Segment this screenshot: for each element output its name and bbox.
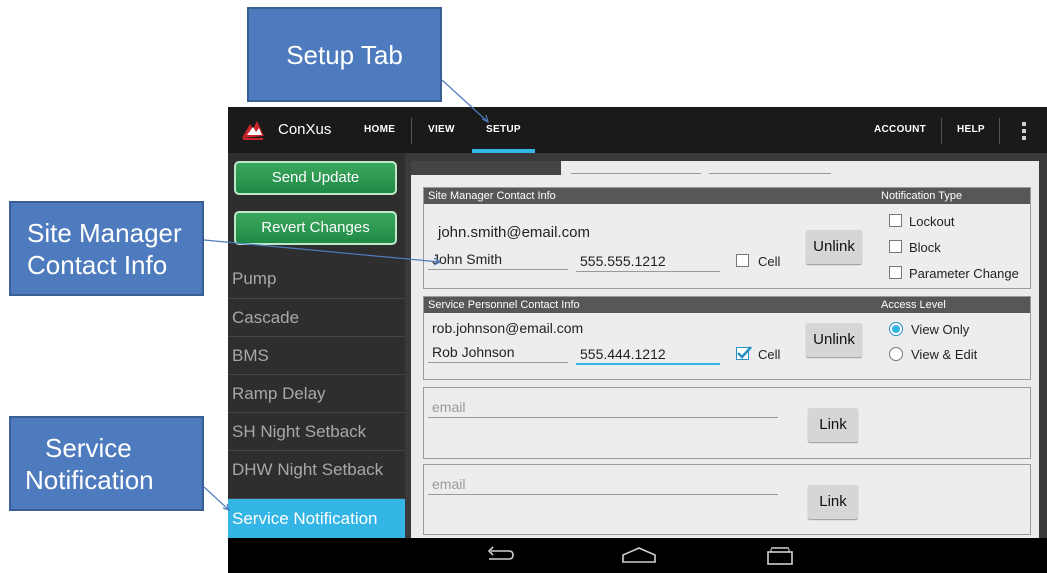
empty-contact-section: email Link xyxy=(423,387,1031,459)
service-personnel-name-field[interactable]: Rob Johnson xyxy=(428,343,568,363)
system-nav-bar xyxy=(228,538,1047,573)
settings-panel: Site Manager Contact Info Notification T… xyxy=(411,161,1039,538)
site-manager-cell-checkbox[interactable] xyxy=(736,254,749,267)
previous-row-fragment xyxy=(411,161,1039,181)
tab-home[interactable]: HOME xyxy=(364,124,395,135)
link-button[interactable]: Link xyxy=(808,485,858,519)
email-input[interactable]: email xyxy=(428,398,778,418)
parameter-change-checkbox[interactable] xyxy=(889,266,902,279)
content-area: Site Manager Contact Info Notification T… xyxy=(405,153,1047,538)
service-personnel-section: Service Personnel Contact Info Access Le… xyxy=(423,296,1031,380)
site-manager-name-field[interactable]: John Smith xyxy=(428,250,568,270)
setup-tab-callout: Setup Tab xyxy=(247,7,442,102)
service-notification-callout: Service Notification xyxy=(9,416,204,511)
setup-tab-callout-text: Setup Tab xyxy=(286,39,403,70)
empty-contact-section: email Link xyxy=(423,464,1031,535)
block-label: Block xyxy=(909,240,941,255)
access-level-header: Access Level xyxy=(881,299,946,311)
sidebar-item-sh-night-setback[interactable]: SH Night Setback xyxy=(228,412,405,450)
view-edit-label: View & Edit xyxy=(911,347,978,362)
tab-view[interactable]: VIEW xyxy=(428,124,455,135)
sidebar-item-cascade[interactable]: Cascade xyxy=(228,298,405,336)
lockout-label: Lockout xyxy=(909,214,955,229)
app-title: ConXus xyxy=(278,121,332,138)
action-bar: ConXus HOME VIEW SETUP ACCOUNT HELP xyxy=(228,107,1047,153)
nav-divider xyxy=(999,118,1000,144)
sidebar-item-dhw-night-setback[interactable]: DHW Night Setback xyxy=(228,450,405,488)
sidebar: Send Update Revert Changes Pump Cascade … xyxy=(228,153,405,538)
site-manager-cell-label: Cell xyxy=(758,254,781,269)
nav-divider xyxy=(411,118,412,144)
account-menu[interactable]: ACCOUNT xyxy=(874,124,926,135)
service-personnel-phone-field[interactable]: 555.444.1212 xyxy=(576,345,720,365)
site-manager-callout-line1: Site Manager xyxy=(27,217,182,248)
view-edit-radio[interactable] xyxy=(889,347,903,361)
sidebar-item-ramp-delay[interactable]: Ramp Delay xyxy=(228,374,405,412)
sidebar-item-service-notification[interactable]: Service Notification xyxy=(228,498,405,538)
conxus-logo-icon xyxy=(242,121,264,140)
back-icon[interactable] xyxy=(485,545,515,565)
site-manager-phone-field[interactable]: 555.555.1212 xyxy=(576,252,720,272)
site-manager-unlink-button[interactable]: Unlink xyxy=(806,230,862,264)
site-manager-section: Site Manager Contact Info Notification T… xyxy=(423,187,1031,289)
service-personnel-cell-label: Cell xyxy=(758,347,781,362)
service-personnel-email[interactable]: rob.johnson@email.com xyxy=(432,320,583,336)
site-manager-callout-line2: Contact Info xyxy=(27,249,168,280)
service-personnel-unlink-button[interactable]: Unlink xyxy=(806,323,862,357)
recents-icon[interactable] xyxy=(766,546,794,566)
send-update-button[interactable]: Send Update xyxy=(234,161,397,195)
link-button[interactable]: Link xyxy=(808,408,858,442)
site-manager-callout: Site Manager Contact Info xyxy=(9,201,204,296)
revert-changes-button[interactable]: Revert Changes xyxy=(234,211,397,245)
site-manager-header-label: Site Manager Contact Info xyxy=(428,190,556,202)
checkmark-icon xyxy=(737,346,752,359)
view-only-label: View Only xyxy=(911,322,970,337)
site-manager-email[interactable]: john.smith@email.com xyxy=(438,224,590,241)
notification-type-header: Notification Type xyxy=(881,190,963,202)
site-manager-header: Site Manager Contact Info Notification T… xyxy=(424,188,1030,204)
service-personnel-header: Service Personnel Contact Info Access Le… xyxy=(424,297,1030,313)
service-personnel-cell-checkbox[interactable] xyxy=(736,346,752,360)
block-checkbox[interactable] xyxy=(889,240,902,253)
service-callout-line2: Notification xyxy=(25,464,154,495)
view-only-radio[interactable] xyxy=(889,322,903,336)
sidebar-item-pump[interactable]: Pump xyxy=(228,260,405,298)
parameter-change-label: Parameter Change xyxy=(909,266,1019,281)
overflow-menu-icon[interactable] xyxy=(1022,122,1026,140)
email-input[interactable]: email xyxy=(428,475,778,495)
home-icon[interactable] xyxy=(621,545,657,565)
tab-setup[interactable]: SETUP xyxy=(486,124,521,135)
nav-divider xyxy=(941,118,942,144)
help-menu[interactable]: HELP xyxy=(957,124,985,135)
sidebar-item-bms[interactable]: BMS xyxy=(228,336,405,374)
service-callout-line1: Service xyxy=(45,432,132,463)
app-window: ConXus HOME VIEW SETUP ACCOUNT HELP Send… xyxy=(228,107,1047,573)
lockout-checkbox[interactable] xyxy=(889,214,902,227)
service-personnel-header-label: Service Personnel Contact Info xyxy=(428,299,580,311)
